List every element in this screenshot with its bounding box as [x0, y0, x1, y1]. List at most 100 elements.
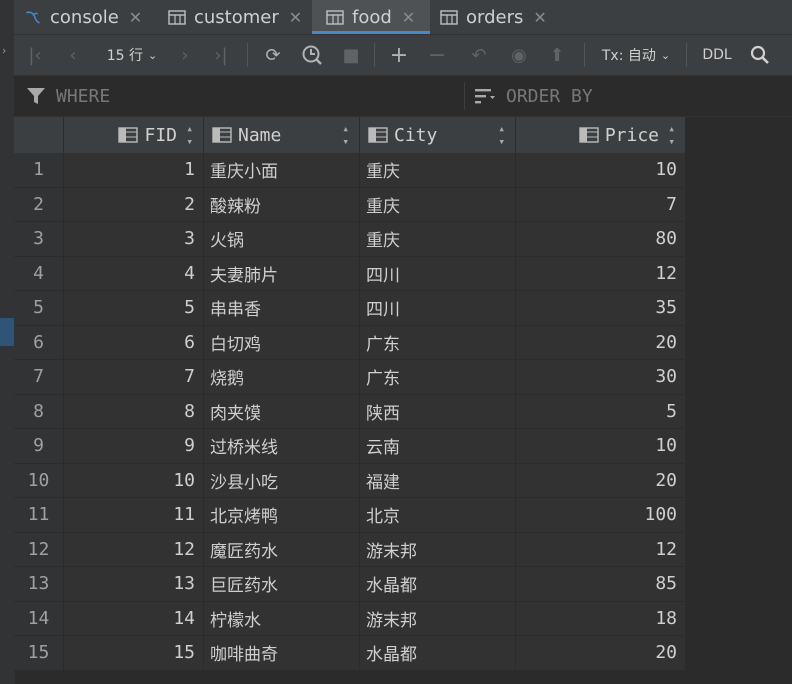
next-page-icon[interactable]: ›	[172, 35, 198, 75]
close-icon[interactable]: ✕	[289, 8, 302, 27]
table-row[interactable]: 10 10 沙县小吃 福建 20	[14, 463, 686, 498]
row-number-cell[interactable]: 3	[14, 222, 64, 257]
fid-cell[interactable]: 3	[64, 222, 204, 257]
preview-changes-icon[interactable]: ◉	[504, 35, 534, 75]
price-cell[interactable]: 10	[516, 153, 686, 188]
sort-toggle-icon[interactable]: ▴ ▾	[498, 122, 505, 148]
tab-console[interactable]: console ✕	[24, 0, 160, 34]
query-history-icon[interactable]	[298, 35, 326, 75]
name-cell[interactable]: 沙县小吃	[204, 463, 360, 498]
where-filter-input[interactable]: WHERE	[26, 76, 110, 116]
fid-cell[interactable]: 13	[64, 567, 204, 602]
row-number-cell[interactable]: 6	[14, 325, 64, 360]
tab-customer[interactable]: customer ✕	[168, 0, 318, 34]
row-number-cell[interactable]: 8	[14, 394, 64, 429]
previous-page-icon[interactable]: ‹	[60, 35, 86, 75]
fid-cell[interactable]: 8	[64, 394, 204, 429]
name-cell[interactable]: 夫妻肺片	[204, 256, 360, 291]
column-header-city[interactable]: City ▴ ▾	[360, 117, 516, 153]
city-cell[interactable]: 重庆	[360, 187, 516, 222]
revert-icon[interactable]: ↶	[466, 35, 492, 75]
city-cell[interactable]: 游末邦	[360, 532, 516, 567]
price-cell[interactable]: 85	[516, 567, 686, 602]
sort-toggle-icon[interactable]: ▴ ▾	[342, 122, 349, 148]
city-cell[interactable]: 陕西	[360, 394, 516, 429]
name-cell[interactable]: 巨匠药水	[204, 567, 360, 602]
fid-cell[interactable]: 5	[64, 291, 204, 326]
table-row[interactable]: 4 4 夫妻肺片 四川 12	[14, 256, 686, 291]
name-cell[interactable]: 柠檬水	[204, 601, 360, 636]
table-row[interactable]: 7 7 烧鹅 广东 30	[14, 360, 686, 395]
price-cell[interactable]: 7	[516, 187, 686, 222]
tab-food[interactable]: food ✕	[312, 0, 430, 34]
refresh-icon[interactable]: ⟳	[260, 35, 286, 75]
page-size-dropdown[interactable]: 15 行 ⌄	[100, 35, 164, 75]
submit-icon[interactable]: ⬆	[544, 35, 570, 75]
row-number-cell[interactable]: 12	[14, 532, 64, 567]
city-cell[interactable]: 重庆	[360, 153, 516, 188]
name-cell[interactable]: 白切鸡	[204, 325, 360, 360]
name-cell[interactable]: 咖啡曲奇	[204, 636, 360, 671]
price-cell[interactable]: 20	[516, 636, 686, 671]
name-cell[interactable]: 烧鹅	[204, 360, 360, 395]
price-cell[interactable]: 20	[516, 325, 686, 360]
name-cell[interactable]: 串串香	[204, 291, 360, 326]
row-number-cell[interactable]: 1	[14, 153, 64, 188]
name-cell[interactable]: 酸辣粉	[204, 187, 360, 222]
city-cell[interactable]: 福建	[360, 463, 516, 498]
fid-cell[interactable]: 9	[64, 429, 204, 464]
table-row[interactable]: 11 11 北京烤鸭 北京 100	[14, 498, 686, 533]
column-header-price[interactable]: Price ▴ ▾	[516, 117, 686, 153]
price-cell[interactable]: 18	[516, 601, 686, 636]
price-cell[interactable]: 30	[516, 360, 686, 395]
fid-cell[interactable]: 12	[64, 532, 204, 567]
fid-cell[interactable]: 15	[64, 636, 204, 671]
sort-toggle-icon[interactable]: ▴ ▾	[668, 122, 675, 148]
row-number-cell[interactable]: 5	[14, 291, 64, 326]
fid-cell[interactable]: 7	[64, 360, 204, 395]
ddl-button[interactable]: DDL	[696, 35, 738, 75]
price-cell[interactable]: 5	[516, 394, 686, 429]
city-cell[interactable]: 水晶都	[360, 567, 516, 602]
fid-cell[interactable]: 6	[64, 325, 204, 360]
table-row[interactable]: 15 15 咖啡曲奇 水晶都 20	[14, 636, 686, 671]
city-cell[interactable]: 游末邦	[360, 601, 516, 636]
last-page-icon[interactable]: ›|	[208, 35, 234, 75]
name-cell[interactable]: 火锅	[204, 222, 360, 257]
first-page-icon[interactable]: |‹	[22, 35, 48, 75]
table-row[interactable]: 13 13 巨匠药水 水晶都 85	[14, 567, 686, 602]
price-cell[interactable]: 100	[516, 498, 686, 533]
row-number-cell[interactable]: 14	[14, 601, 64, 636]
fid-cell[interactable]: 11	[64, 498, 204, 533]
city-cell[interactable]: 北京	[360, 498, 516, 533]
row-number-cell[interactable]: 2	[14, 187, 64, 222]
table-row[interactable]: 1 1 重庆小面 重庆 10	[14, 153, 686, 188]
add-row-icon[interactable]: +	[386, 35, 412, 75]
city-cell[interactable]: 广东	[360, 360, 516, 395]
fid-cell[interactable]: 2	[64, 187, 204, 222]
table-row[interactable]: 14 14 柠檬水 游末邦 18	[14, 601, 686, 636]
sort-toggle-icon[interactable]: ▴ ▾	[186, 122, 193, 148]
row-number-cell[interactable]: 10	[14, 463, 64, 498]
close-icon[interactable]: ✕	[402, 8, 415, 27]
row-number-cell[interactable]: 13	[14, 567, 64, 602]
row-number-cell[interactable]: 7	[14, 360, 64, 395]
table-row[interactable]: 5 5 串串香 四川 35	[14, 291, 686, 326]
table-row[interactable]: 9 9 过桥米线 云南 10	[14, 429, 686, 464]
city-cell[interactable]: 四川	[360, 291, 516, 326]
table-row[interactable]: 6 6 白切鸡 广东 20	[14, 325, 686, 360]
column-header-name[interactable]: Name ▴ ▾	[204, 117, 360, 153]
row-number-cell[interactable]: 9	[14, 429, 64, 464]
order-by-input[interactable]: ORDER BY	[474, 76, 593, 116]
table-row[interactable]: 3 3 火锅 重庆 80	[14, 222, 686, 257]
tab-orders[interactable]: orders ✕	[440, 0, 570, 34]
table-row[interactable]: 8 8 肉夹馍 陕西 5	[14, 394, 686, 429]
city-cell[interactable]: 四川	[360, 256, 516, 291]
row-number-cell[interactable]: 11	[14, 498, 64, 533]
delete-row-icon[interactable]: −	[424, 35, 450, 75]
name-cell[interactable]: 重庆小面	[204, 153, 360, 188]
stop-icon[interactable]: ■	[338, 35, 364, 75]
fid-cell[interactable]: 1	[64, 153, 204, 188]
price-cell[interactable]: 20	[516, 463, 686, 498]
name-cell[interactable]: 北京烤鸭	[204, 498, 360, 533]
